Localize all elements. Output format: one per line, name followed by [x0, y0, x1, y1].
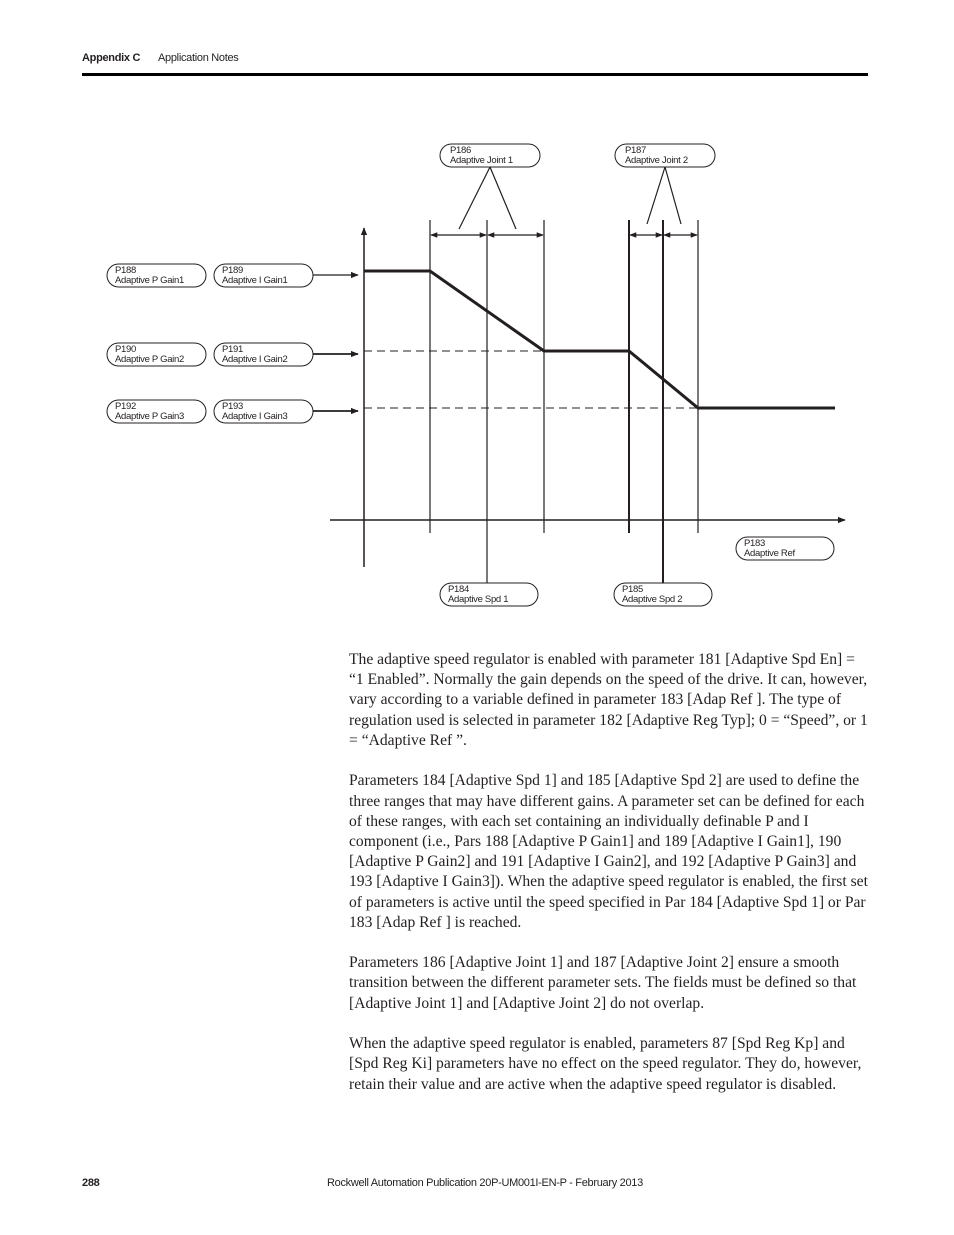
joint1-pointer — [458, 166, 491, 230]
joint2-name: Adaptive Joint 2 — [625, 155, 688, 166]
paragraph: Parameters 184 [Adaptive Spd 1] and 185 … — [349, 772, 868, 931]
gain-curve — [364, 269, 835, 410]
spd1-label: P184 Adaptive Spd 1 — [439, 582, 539, 607]
p-gain2-label: P190 Adaptive P Gain2 — [106, 342, 207, 367]
p-gain2-name: Adaptive P Gain2 — [115, 354, 184, 365]
adaptive-ref-label: P183 Adaptive Ref — [735, 536, 835, 561]
spd2-label: P185 Adaptive Spd 2 — [613, 582, 713, 607]
i-gain1-name: Adaptive I Gain1 — [222, 275, 287, 286]
joint1-label: P186 Adaptive Joint 1 — [439, 143, 541, 168]
spd1-name: Adaptive Spd 1 — [448, 594, 508, 605]
paragraph: When the adaptive speed regulator is ena… — [349, 1035, 862, 1093]
p-gain1-name: Adaptive P Gain1 — [115, 275, 184, 286]
joint2-pointer — [664, 166, 682, 225]
body-text: The adaptive speed regulator is enabled … — [349, 650, 871, 1115]
joint2-label: P187 Adaptive Joint 2 — [614, 143, 716, 168]
publication-info: Rockwell Automation Publication 20P-UM00… — [327, 1177, 643, 1189]
i-gain3-label: P193 Adaptive I Gain3 — [213, 399, 314, 424]
joint1-pointer — [489, 166, 517, 230]
adaptive-ref-name: Adaptive Ref — [744, 548, 795, 559]
adaptive-gain-diagram: P186 Adaptive Joint 1 P187 Adaptive Join… — [106, 143, 846, 607]
joint1-name: Adaptive Joint 1 — [450, 155, 513, 166]
i-gain2-name: Adaptive I Gain2 — [222, 354, 287, 365]
paragraph: The adaptive speed regulator is enabled … — [349, 651, 868, 749]
page-number: 288 — [82, 1177, 100, 1189]
i-gain2-label: P191 Adaptive I Gain2 — [213, 342, 314, 367]
p-gain3-label: P192 Adaptive P Gain3 — [106, 399, 207, 424]
p-gain3-name: Adaptive P Gain3 — [115, 411, 184, 422]
i-gain3-name: Adaptive I Gain3 — [222, 411, 287, 422]
joint2-pointer — [646, 166, 666, 225]
i-gain1-label: P189 Adaptive I Gain1 — [213, 263, 314, 288]
paragraph: Parameters 186 [Adaptive Joint 1] and 18… — [349, 954, 857, 1012]
p-gain1-label: P188 Adaptive P Gain1 — [106, 263, 207, 288]
spd2-name: Adaptive Spd 2 — [622, 594, 682, 605]
